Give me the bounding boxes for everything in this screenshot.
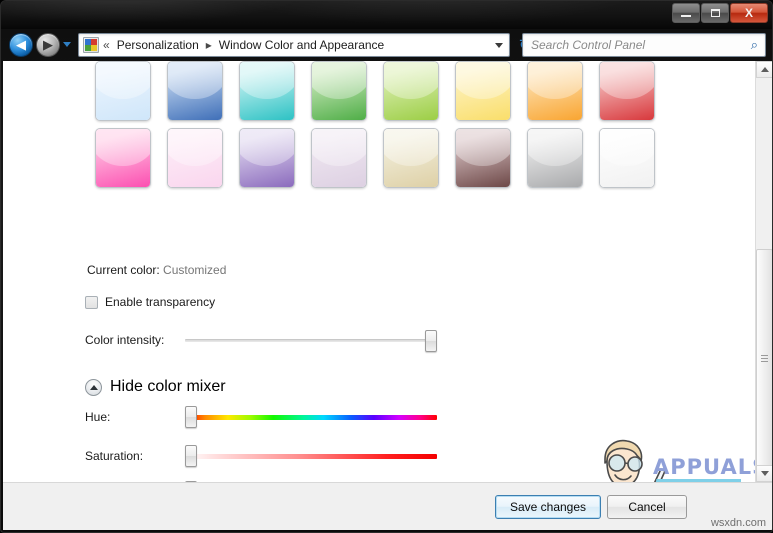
- enable-transparency-checkbox[interactable]: Enable transparency: [85, 295, 215, 309]
- hue-thumb[interactable]: [185, 406, 197, 428]
- forward-arrow-icon: ▶: [43, 37, 53, 52]
- scrollbar-thumb[interactable]: [756, 249, 772, 467]
- saturation-track[interactable]: [185, 445, 437, 467]
- breadcrumb-overflow-icon[interactable]: «: [99, 38, 114, 52]
- swatch-fill: [456, 129, 510, 187]
- close-button[interactable]: X: [730, 3, 768, 23]
- save-changes-button[interactable]: Save changes: [495, 495, 601, 519]
- swatch-fill: [312, 62, 366, 120]
- checkbox-icon: [85, 295, 98, 309]
- address-bar[interactable]: « Personalization ▸ Window Color and App…: [78, 33, 510, 57]
- color-swatch-blue[interactable]: [167, 61, 223, 121]
- back-button[interactable]: ◀: [9, 33, 33, 57]
- breadcrumb-separator-icon: ▸: [205, 38, 212, 52]
- saturation-thumb[interactable]: [185, 445, 197, 467]
- swatch-fill: [96, 62, 150, 120]
- scroll-down-button[interactable]: [756, 465, 772, 482]
- swatch-fill: [96, 129, 150, 187]
- personalization-icon: [83, 37, 99, 53]
- color-swatch-mauve[interactable]: [455, 128, 511, 188]
- color-swatch-grid: [95, 61, 655, 195]
- color-swatch-sky[interactable]: [95, 61, 151, 121]
- history-dropdown-icon[interactable]: [63, 42, 71, 47]
- navigation-bar: ◀ ▶ « Personalization ▸ Window Color and…: [1, 29, 772, 61]
- appuals-wordmark: APPUALS: [653, 455, 769, 479]
- control-panel-window: X ◀ ▶ « Personalization ▸ Window Color a…: [0, 0, 773, 533]
- hide-color-mixer-button[interactable]: Hide color mixer: [85, 378, 226, 396]
- chevron-up-icon: [85, 378, 102, 396]
- swatch-fill: [600, 62, 654, 120]
- swatch-fill: [384, 62, 438, 120]
- swatch-fill: [528, 62, 582, 120]
- appuals-mascot-icon: [604, 439, 666, 482]
- current-color-value: Customized: [163, 263, 227, 277]
- color-swatch-white[interactable]: [599, 128, 655, 188]
- color-swatch-rose[interactable]: [167, 128, 223, 188]
- swatch-row-2: [95, 128, 655, 188]
- swatch-fill: [528, 129, 582, 187]
- color-swatch-khaki[interactable]: [383, 128, 439, 188]
- current-color-label: Current color:: [87, 263, 160, 277]
- cancel-button[interactable]: Cancel: [607, 495, 687, 519]
- color-swatch-red[interactable]: [599, 61, 655, 121]
- saturation-slider-row: Saturation:: [85, 445, 437, 467]
- search-box[interactable]: Search Control Panel ⌕: [522, 33, 766, 57]
- saturation-label: Saturation:: [85, 449, 144, 463]
- content-pane: Current color: Customized Enable transpa…: [3, 61, 772, 482]
- restore-icon: [710, 9, 720, 17]
- swatch-fill: [168, 129, 222, 187]
- grip-icon: [761, 353, 768, 364]
- color-swatch-pink[interactable]: [95, 128, 151, 188]
- swatch-fill: [240, 129, 294, 187]
- breadcrumb-window-color[interactable]: Window Color and Appearance: [216, 36, 387, 54]
- window-controls: X: [672, 3, 768, 23]
- color-swatch-orange[interactable]: [527, 61, 583, 121]
- forward-button[interactable]: ▶: [36, 33, 60, 57]
- appuals-watermark-logo: APPUALS TECH HOW-TO'S FROM THE EXPERTS!: [599, 433, 767, 482]
- swatch-fill: [600, 129, 654, 187]
- title-bar: X: [1, 1, 772, 29]
- color-intensity-thumb[interactable]: [425, 329, 437, 352]
- back-arrow-icon: ◀: [16, 37, 26, 52]
- color-swatch-teal[interactable]: [239, 61, 295, 121]
- color-intensity-label: Color intensity:: [85, 333, 165, 347]
- breadcrumb-personalization[interactable]: Personalization: [114, 36, 202, 54]
- hue-label: Hue:: [85, 410, 111, 424]
- hue-slider-row: Hue:: [85, 406, 437, 428]
- footer-bar: Save changes Cancel wsxdn.com: [3, 482, 772, 530]
- current-color-row: Current color: Customized: [87, 263, 226, 277]
- swatch-fill: [312, 129, 366, 187]
- search-input[interactable]: Search Control Panel: [523, 38, 751, 52]
- color-swatch-yellow[interactable]: [455, 61, 511, 121]
- swatch-fill: [456, 62, 510, 120]
- hue-track[interactable]: [185, 406, 437, 428]
- address-dropdown-icon[interactable]: [495, 42, 503, 48]
- restore-button[interactable]: [701, 3, 729, 23]
- color-swatch-gray[interactable]: [527, 128, 583, 188]
- color-intensity-slider-row: Color intensity:: [85, 329, 437, 352]
- close-icon: X: [744, 6, 753, 20]
- swatch-fill: [384, 129, 438, 187]
- swatch-row-1: [95, 61, 655, 121]
- hide-color-mixer-label: Hide color mixer: [110, 378, 226, 395]
- color-swatch-violet[interactable]: [239, 128, 295, 188]
- swatch-fill: [168, 62, 222, 120]
- minimize-button[interactable]: [672, 3, 700, 23]
- color-intensity-track[interactable]: [185, 329, 437, 352]
- vertical-scrollbar[interactable]: [755, 61, 772, 482]
- color-swatch-lime[interactable]: [383, 61, 439, 121]
- color-swatch-lavender[interactable]: [311, 128, 367, 188]
- chevron-up-icon: [760, 67, 769, 72]
- enable-transparency-label: Enable transparency: [105, 295, 216, 309]
- chevron-down-icon: [760, 471, 769, 476]
- scroll-up-button[interactable]: [756, 61, 772, 78]
- site-watermark: wsxdn.com: [710, 517, 766, 529]
- swatch-fill: [240, 62, 294, 120]
- color-swatch-green[interactable]: [311, 61, 367, 121]
- search-icon: ⌕: [750, 37, 758, 52]
- minimize-icon: [681, 15, 691, 17]
